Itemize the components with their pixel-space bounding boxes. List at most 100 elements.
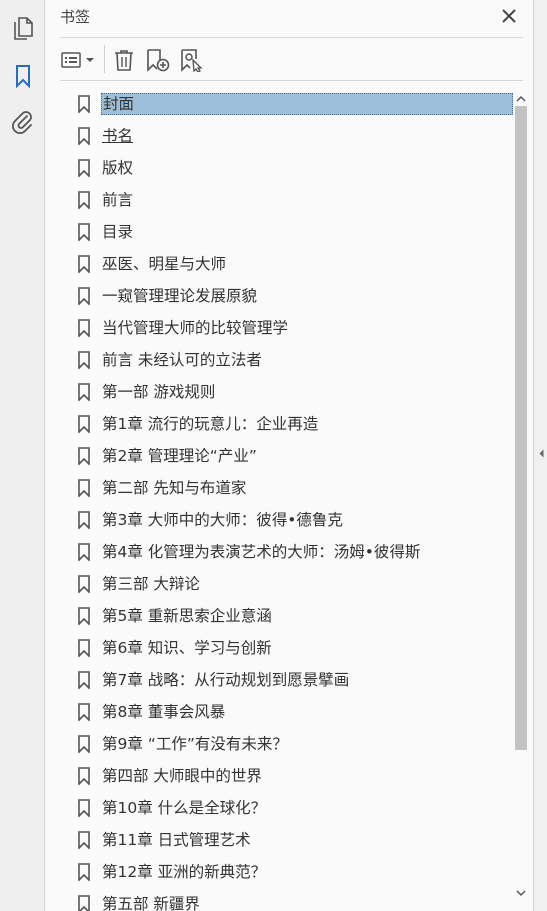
bookmark-label: 第7章 战略：从行动规划到愿景擘画 xyxy=(102,671,350,689)
bookmark-item[interactable]: 第3章 大师中的大师：彼得•德鲁克 xyxy=(46,504,513,536)
bookmark-icon xyxy=(78,735,90,753)
bookmark-label: 封面 xyxy=(101,93,513,115)
bookmark-icon xyxy=(78,415,90,433)
bookmark-label: 前言 xyxy=(102,191,134,209)
bookmark-item[interactable]: 前言 xyxy=(46,184,513,216)
bookmark-label: 第8章 董事会风暴 xyxy=(102,703,226,721)
bookmark-label: 第5章 重新思索企业意涵 xyxy=(102,607,272,625)
bookmark-icon xyxy=(78,511,90,529)
close-icon xyxy=(502,9,516,23)
bookmark-item[interactable]: 第4章 化管理为表演艺术的大师：汤姆•彼得斯 xyxy=(46,536,513,568)
bookmark-icon xyxy=(78,351,90,369)
bookmark-item[interactable]: 第8章 董事会风暴 xyxy=(46,696,513,728)
attachments-button[interactable] xyxy=(9,108,37,136)
scroll-up-button[interactable] xyxy=(513,92,529,104)
bookmark-item[interactable]: 目录 xyxy=(46,216,513,248)
bookmark-item[interactable]: 巫医、明星与大师 xyxy=(46,248,513,280)
bookmark-icon xyxy=(78,255,90,273)
bookmark-item[interactable]: 一窥管理理论发展原貌 xyxy=(46,280,513,312)
header-divider xyxy=(60,37,523,38)
bookmark-icon xyxy=(78,191,90,209)
bookmark-label: 前言 未经认可的立法者 xyxy=(102,351,262,369)
find-bookmark-icon xyxy=(181,49,203,72)
bookmarks-toolbar xyxy=(60,44,523,76)
bookmark-label: 第四部 大师眼中的世界 xyxy=(102,767,262,785)
new-bookmark-button[interactable] xyxy=(144,46,172,74)
collapse-panel-button[interactable] xyxy=(538,448,544,458)
bookmark-item[interactable]: 第2章 管理理论“产业” xyxy=(46,440,513,472)
bookmark-icon xyxy=(78,223,90,241)
close-button[interactable] xyxy=(499,6,519,26)
bookmark-item[interactable]: 第三部 大辩论 xyxy=(46,568,513,600)
delete-bookmark-button[interactable] xyxy=(110,46,138,74)
pages-icon xyxy=(14,17,33,40)
chevron-left-icon xyxy=(539,449,543,457)
bookmark-icon xyxy=(16,65,30,88)
panel-header: 书签 xyxy=(46,0,533,36)
bookmark-label: 目录 xyxy=(102,223,134,241)
scrollbar-thumb[interactable] xyxy=(515,106,527,750)
bookmark-label: 第一部 游戏规则 xyxy=(102,383,216,401)
bookmark-item[interactable]: 当代管理大师的比较管理学 xyxy=(46,312,513,344)
bookmark-label: 第4章 化管理为表演艺术的大师：汤姆•彼得斯 xyxy=(102,543,421,561)
bookmark-item[interactable]: 第五部 新疆界 xyxy=(46,888,513,911)
bookmark-label: 书名 xyxy=(102,127,134,145)
bookmark-icon xyxy=(78,703,90,721)
paperclip-icon xyxy=(12,111,32,134)
bookmark-icon xyxy=(78,447,90,465)
bookmark-item[interactable]: 第1章 流行的玩意儿：企业再造 xyxy=(46,408,513,440)
bookmark-label: 第6章 知识、学习与创新 xyxy=(102,639,272,657)
bookmark-item[interactable]: 第11章 日式管理艺术 xyxy=(46,824,513,856)
bookmark-item[interactable]: 第二部 先知与布道家 xyxy=(46,472,513,504)
bookmark-label: 巫医、明星与大师 xyxy=(102,255,227,273)
bookmark-item[interactable]: 第7章 战略：从行动规划到愿景擘画 xyxy=(46,664,513,696)
bookmark-item[interactable]: 前言 未经认可的立法者 xyxy=(46,344,513,376)
options-menu-icon xyxy=(61,52,94,68)
bookmark-item[interactable]: 封面 xyxy=(46,88,513,120)
bookmark-item[interactable]: 第5章 重新思索企业意涵 xyxy=(46,600,513,632)
bookmark-icon xyxy=(78,863,90,881)
bookmark-item[interactable]: 第一部 游戏规则 xyxy=(46,376,513,408)
bookmark-label: 第10章 什么是全球化？ xyxy=(102,799,267,817)
bookmark-label: 版权 xyxy=(102,159,134,177)
bookmark-icon xyxy=(78,127,90,145)
bookmark-label: 第五部 新疆界 xyxy=(102,895,200,911)
bookmark-tree: 封面书名版权前言目录巫医、明星与大师一窥管理理论发展原貌 当代管理大师的比较管理学… xyxy=(46,88,513,911)
bookmark-label: 第3章 大师中的大师：彼得•德鲁克 xyxy=(102,511,343,529)
bookmark-item[interactable]: 第四部 大师眼中的世界 xyxy=(46,760,513,792)
bookmark-icon xyxy=(78,767,90,785)
vertical-scrollbar[interactable] xyxy=(513,88,529,911)
bookmark-label: 第二部 先知与布道家 xyxy=(102,479,247,497)
bookmark-icon xyxy=(78,479,90,497)
bookmarks-panel: 书签 封面 书名 版权 前言 目录 巫医、明星与大师 一窥管理理论发展原貌 当代… xyxy=(46,0,533,911)
bookmark-item[interactable]: 第12章 亚洲的新典范？ xyxy=(46,856,513,888)
bookmark-icon xyxy=(78,639,90,657)
panel-splitter[interactable] xyxy=(533,0,547,911)
bookmark-label: 第9章 “工作”有没有未来？ xyxy=(102,735,288,753)
page-thumbnails-button[interactable] xyxy=(9,15,37,43)
navigation-rail xyxy=(0,0,45,911)
panel-title: 书签 xyxy=(60,8,91,26)
bookmarks-button[interactable] xyxy=(9,62,37,90)
find-bookmark-button[interactable] xyxy=(178,46,206,74)
bookmark-label: 第11章 日式管理艺术 xyxy=(102,831,251,849)
bookmark-item[interactable]: 书名 xyxy=(46,120,513,152)
bookmark-item[interactable]: 版权 xyxy=(46,152,513,184)
chevron-down-icon xyxy=(516,889,526,896)
scroll-down-button[interactable] xyxy=(513,886,529,900)
bookmark-icon xyxy=(78,575,90,593)
new-bookmark-icon xyxy=(147,49,170,72)
bookmark-icon xyxy=(78,95,90,113)
options-menu-button[interactable] xyxy=(60,46,98,74)
bookmark-item[interactable]: 第9章 “工作”有没有未来？ xyxy=(46,728,513,760)
bookmark-icon xyxy=(78,319,90,337)
toolbar-divider xyxy=(60,80,523,81)
bookmark-label: 第12章 亚洲的新典范？ xyxy=(102,863,267,881)
bookmark-icon xyxy=(78,159,90,177)
bookmark-item[interactable]: 第10章 什么是全球化？ xyxy=(46,792,513,824)
bookmark-item[interactable]: 第6章 知识、学习与创新 xyxy=(46,632,513,664)
bookmark-icon xyxy=(78,383,90,401)
chevron-up-icon xyxy=(516,95,526,102)
bookmark-icon xyxy=(78,543,90,561)
bookmark-icon xyxy=(78,831,90,849)
